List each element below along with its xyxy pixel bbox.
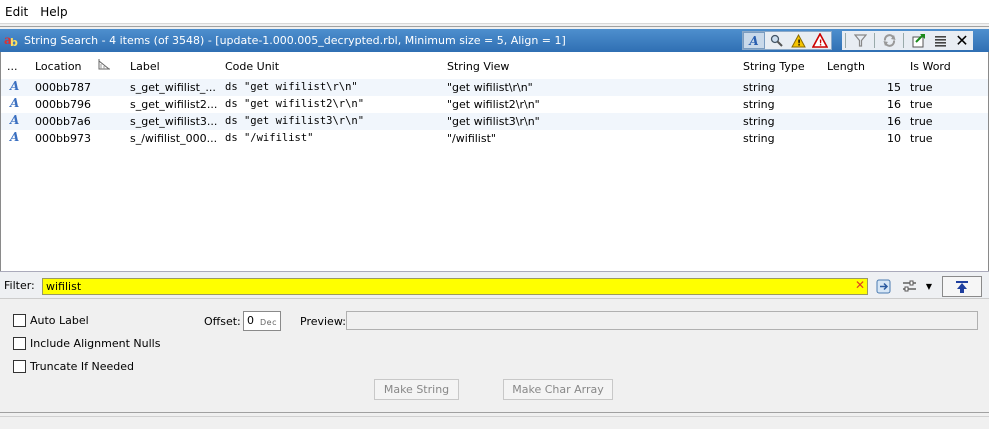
- filter-input[interactable]: wifilist: [42, 278, 868, 295]
- offset-format: Dec: [260, 318, 277, 327]
- toolbar-divider: [845, 33, 846, 48]
- string-icon: A: [10, 113, 20, 127]
- column-more[interactable]: ...: [7, 60, 18, 73]
- cell-location: 000bb787: [35, 81, 91, 94]
- cell-string-type: string: [743, 115, 775, 128]
- cell-label: s_get_wifilist_...: [130, 81, 216, 94]
- cell-label: s_get_wifilist3...: [130, 115, 218, 128]
- table-row[interactable]: A 000bb973 s_/wifilist_000... ds "/wifil…: [1, 130, 988, 147]
- table-row[interactable]: A 000bb7a6 s_get_wifilist3... ds "get wi…: [1, 113, 988, 130]
- window-title-bar: ab String Search - 4 items (of 3548) - […: [0, 29, 989, 52]
- cell-length: 16: [887, 115, 901, 128]
- options-panel: Auto Label Include Alignment Nulls Trunc…: [0, 300, 989, 410]
- refresh-icon[interactable]: [878, 32, 900, 49]
- menu-help[interactable]: Help: [35, 0, 74, 24]
- include-alignment-nulls-text: Include Alignment Nulls: [30, 337, 161, 350]
- string-icon: A: [10, 79, 20, 93]
- results-table: ... Location Label Code Unit String View…: [0, 52, 989, 271]
- cell-string-view: "get wifilist2\r\n": [447, 98, 540, 111]
- settings-sliders-icon[interactable]: [900, 277, 918, 295]
- cell-string-view: "get wifilist\r\n": [447, 81, 533, 94]
- auto-label-text: Auto Label: [30, 314, 89, 327]
- cell-string-view: "get wifilist3\r\n": [447, 115, 540, 128]
- chevron-down-icon[interactable]: ▼: [920, 277, 938, 295]
- separator: [0, 412, 989, 413]
- checkbox[interactable]: [13, 360, 26, 373]
- cell-code-unit: ds "get wifilist3\r\n": [225, 115, 365, 127]
- search-icon[interactable]: [765, 32, 787, 49]
- separator: [0, 26, 989, 27]
- cell-is-word: true: [910, 98, 933, 111]
- scroll-to-top-button[interactable]: [942, 276, 982, 297]
- truncate-if-needed-checkbox[interactable]: Truncate If Needed: [13, 360, 134, 373]
- make-string-button[interactable]: Make String: [374, 379, 459, 400]
- column-location[interactable]: Location: [35, 60, 82, 73]
- toolbar-divider: [903, 33, 904, 48]
- filter-label: Filter:: [4, 279, 35, 292]
- window-title: String Search - 4 items (of 3548) - [upd…: [24, 34, 566, 47]
- cell-location: 000bb973: [35, 132, 91, 145]
- column-string-type[interactable]: String Type: [743, 60, 805, 73]
- cell-code-unit: ds "get wifilist2\r\n": [225, 98, 365, 110]
- cell-length: 16: [887, 98, 901, 111]
- filter-bar: Filter: wifilist ✕ ▼: [0, 271, 989, 299]
- truncate-if-needed-text: Truncate If Needed: [30, 360, 135, 373]
- cell-code-unit: ds "/wifilist": [225, 132, 314, 144]
- cell-length: 15: [887, 81, 901, 94]
- table-header: ... Location Label Code Unit String View…: [1, 56, 988, 78]
- cell-label: s_get_wifilist2...: [130, 98, 218, 111]
- preview-label: Preview:: [300, 315, 346, 328]
- cell-label: s_/wifilist_000...: [130, 132, 218, 145]
- toolbar-filters: A ! !: [742, 31, 832, 50]
- column-is-word[interactable]: Is Word: [910, 60, 951, 73]
- offset-label: Offset:: [204, 315, 241, 328]
- menu-bar: Edit Help: [0, 0, 989, 24]
- offset-value: 0: [247, 314, 254, 327]
- clear-filter-icon[interactable]: ✕: [855, 278, 865, 292]
- cell-is-word: true: [910, 132, 933, 145]
- svg-text:!: !: [819, 39, 823, 48]
- error-icon[interactable]: !: [809, 32, 831, 49]
- list-icon[interactable]: [929, 32, 951, 49]
- string-icon: A: [10, 96, 20, 110]
- checkbox[interactable]: [13, 314, 26, 327]
- table-row[interactable]: A 000bb796 s_get_wifilist2... ds "get wi…: [1, 96, 988, 113]
- table-row[interactable]: A 000bb787 s_get_wifilist_... ds "get wi…: [1, 79, 988, 96]
- sort-icon[interactable]: [98, 57, 112, 74]
- make-char-array-button[interactable]: Make Char Array: [503, 379, 613, 400]
- cell-string-type: string: [743, 132, 775, 145]
- warning-icon[interactable]: !: [787, 32, 809, 49]
- cell-is-word: true: [910, 81, 933, 94]
- auto-label-checkbox[interactable]: Auto Label: [13, 314, 89, 327]
- toolbar-actions: ✕: [842, 31, 973, 50]
- cell-string-type: string: [743, 81, 775, 94]
- string-icon: A: [10, 130, 20, 144]
- close-icon[interactable]: ✕: [951, 31, 973, 50]
- string-search-icon: ab: [4, 32, 18, 49]
- menu-edit[interactable]: Edit: [0, 0, 35, 24]
- cell-location: 000bb796: [35, 98, 91, 111]
- cell-string-view: "/wifilist": [447, 132, 496, 145]
- export-icon[interactable]: [907, 32, 929, 49]
- filter-icon[interactable]: [849, 32, 871, 49]
- column-code-unit[interactable]: Code Unit: [225, 60, 279, 73]
- cell-is-word: true: [910, 115, 933, 128]
- include-alignment-nulls-checkbox[interactable]: Include Alignment Nulls: [13, 337, 160, 350]
- column-string-view[interactable]: String View: [447, 60, 509, 73]
- offset-input[interactable]: 0 Dec: [243, 311, 281, 331]
- cell-location: 000bb7a6: [35, 115, 91, 128]
- separator: [0, 416, 989, 417]
- checkbox[interactable]: [13, 337, 26, 350]
- cell-code-unit: ds "get wifilist\r\n": [225, 81, 358, 93]
- column-label[interactable]: Label: [130, 60, 160, 73]
- column-length[interactable]: Length: [827, 60, 865, 73]
- cell-length: 10: [887, 132, 901, 145]
- svg-text:!: !: [797, 38, 801, 47]
- string-icon[interactable]: A: [743, 32, 765, 49]
- toolbar-divider: [874, 33, 875, 48]
- cell-string-type: string: [743, 98, 775, 111]
- filter-options-icon[interactable]: [874, 277, 892, 295]
- preview-field: [346, 311, 978, 330]
